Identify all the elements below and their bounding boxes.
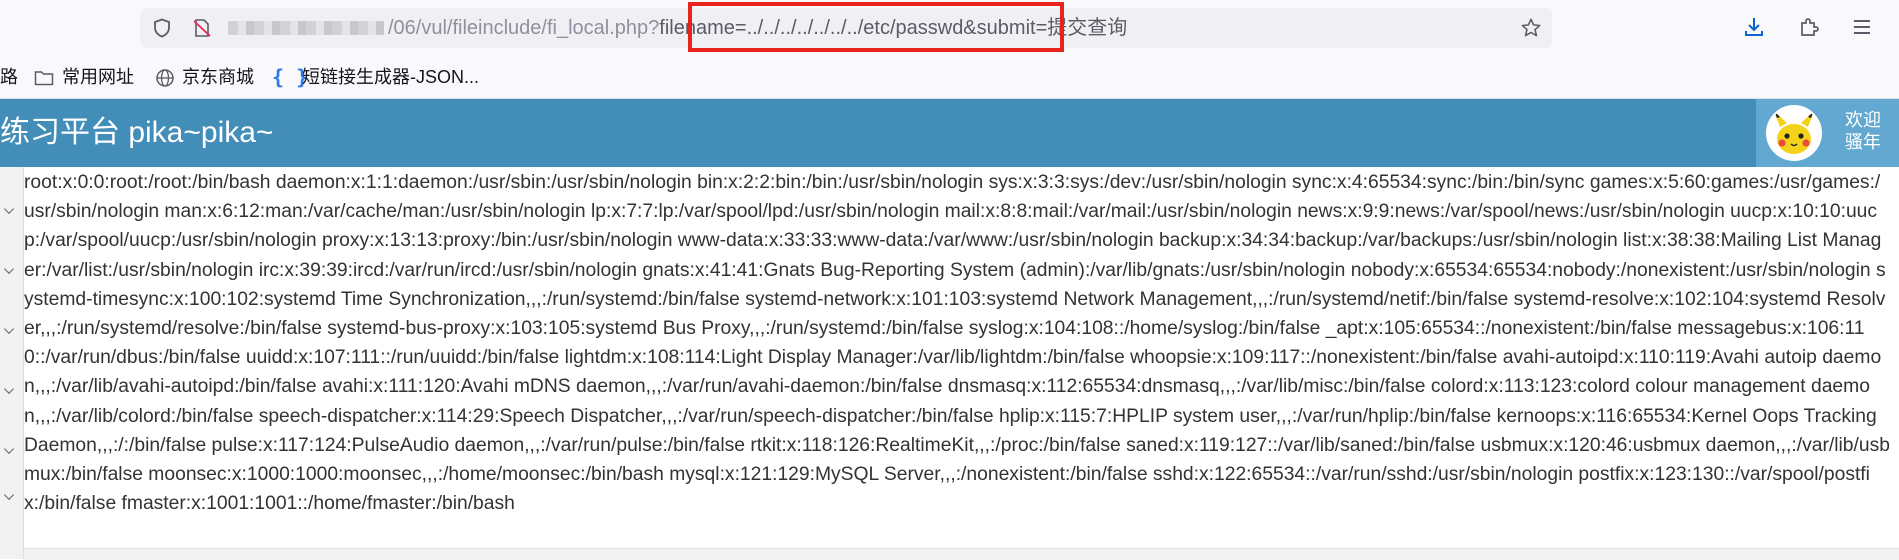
shield-icon[interactable]: [152, 18, 172, 38]
site-header: 练习平台 pika~pika~ 欢迎 骚年: [0, 99, 1899, 167]
globe-icon: [156, 69, 174, 87]
avatar[interactable]: [1766, 105, 1822, 161]
hamburger-menu-icon[interactable]: [1850, 15, 1874, 39]
folder-icon: [34, 71, 54, 86]
welcome-line-1: 欢迎: [1845, 110, 1881, 130]
bookmarks-bar: 路 常用网址 京东商城 { } 短链接生成器-JSON...: [0, 56, 1899, 99]
chevron-icon: [3, 263, 15, 275]
chevron-icon: [3, 323, 15, 335]
chevron-icon: [3, 489, 15, 501]
redacted-host: [228, 21, 384, 35]
insecure-page-icon[interactable]: [192, 18, 212, 38]
red-annotation-box: [688, 2, 1064, 52]
bookmark-item-0[interactable]: 路: [0, 65, 18, 89]
chevron-icon: [3, 443, 15, 455]
welcome-line-2: 骚年: [1845, 132, 1881, 152]
passwd-output: root:x:0:0:root:/root:/bin/bash daemon:x…: [24, 172, 1890, 515]
bookmark-item-jd[interactable]: 京东商城: [182, 65, 254, 89]
welcome-text: 欢迎 骚年: [1832, 109, 1894, 153]
url-path: /06/vul/fileinclude/fi_local.php?: [388, 17, 660, 39]
user-panel[interactable]: 欢迎 骚年: [1756, 99, 1899, 167]
bookmark-star-icon[interactable]: [1520, 17, 1542, 39]
bookmark-item-folder[interactable]: 常用网址: [62, 65, 134, 89]
chevron-icon: [3, 203, 15, 215]
chevron-icon: [3, 383, 15, 395]
bookmark-item-json[interactable]: 短链接生成器-JSON...: [302, 65, 479, 89]
address-bar[interactable]: /06/vul/fileinclude/fi_local.php?filenam…: [140, 2, 1552, 52]
download-icon[interactable]: [1742, 15, 1766, 39]
browser-toolbar: /06/vul/fileinclude/fi_local.php?filenam…: [0, 0, 1899, 56]
pikachu-avatar-icon: [1768, 107, 1820, 159]
site-title[interactable]: 练习平台 pika~pika~: [0, 113, 273, 153]
page-bottom-strip: [24, 548, 1899, 560]
extensions-puzzle-icon[interactable]: [1797, 15, 1821, 39]
sidebar-collapsed[interactable]: [0, 167, 24, 559]
